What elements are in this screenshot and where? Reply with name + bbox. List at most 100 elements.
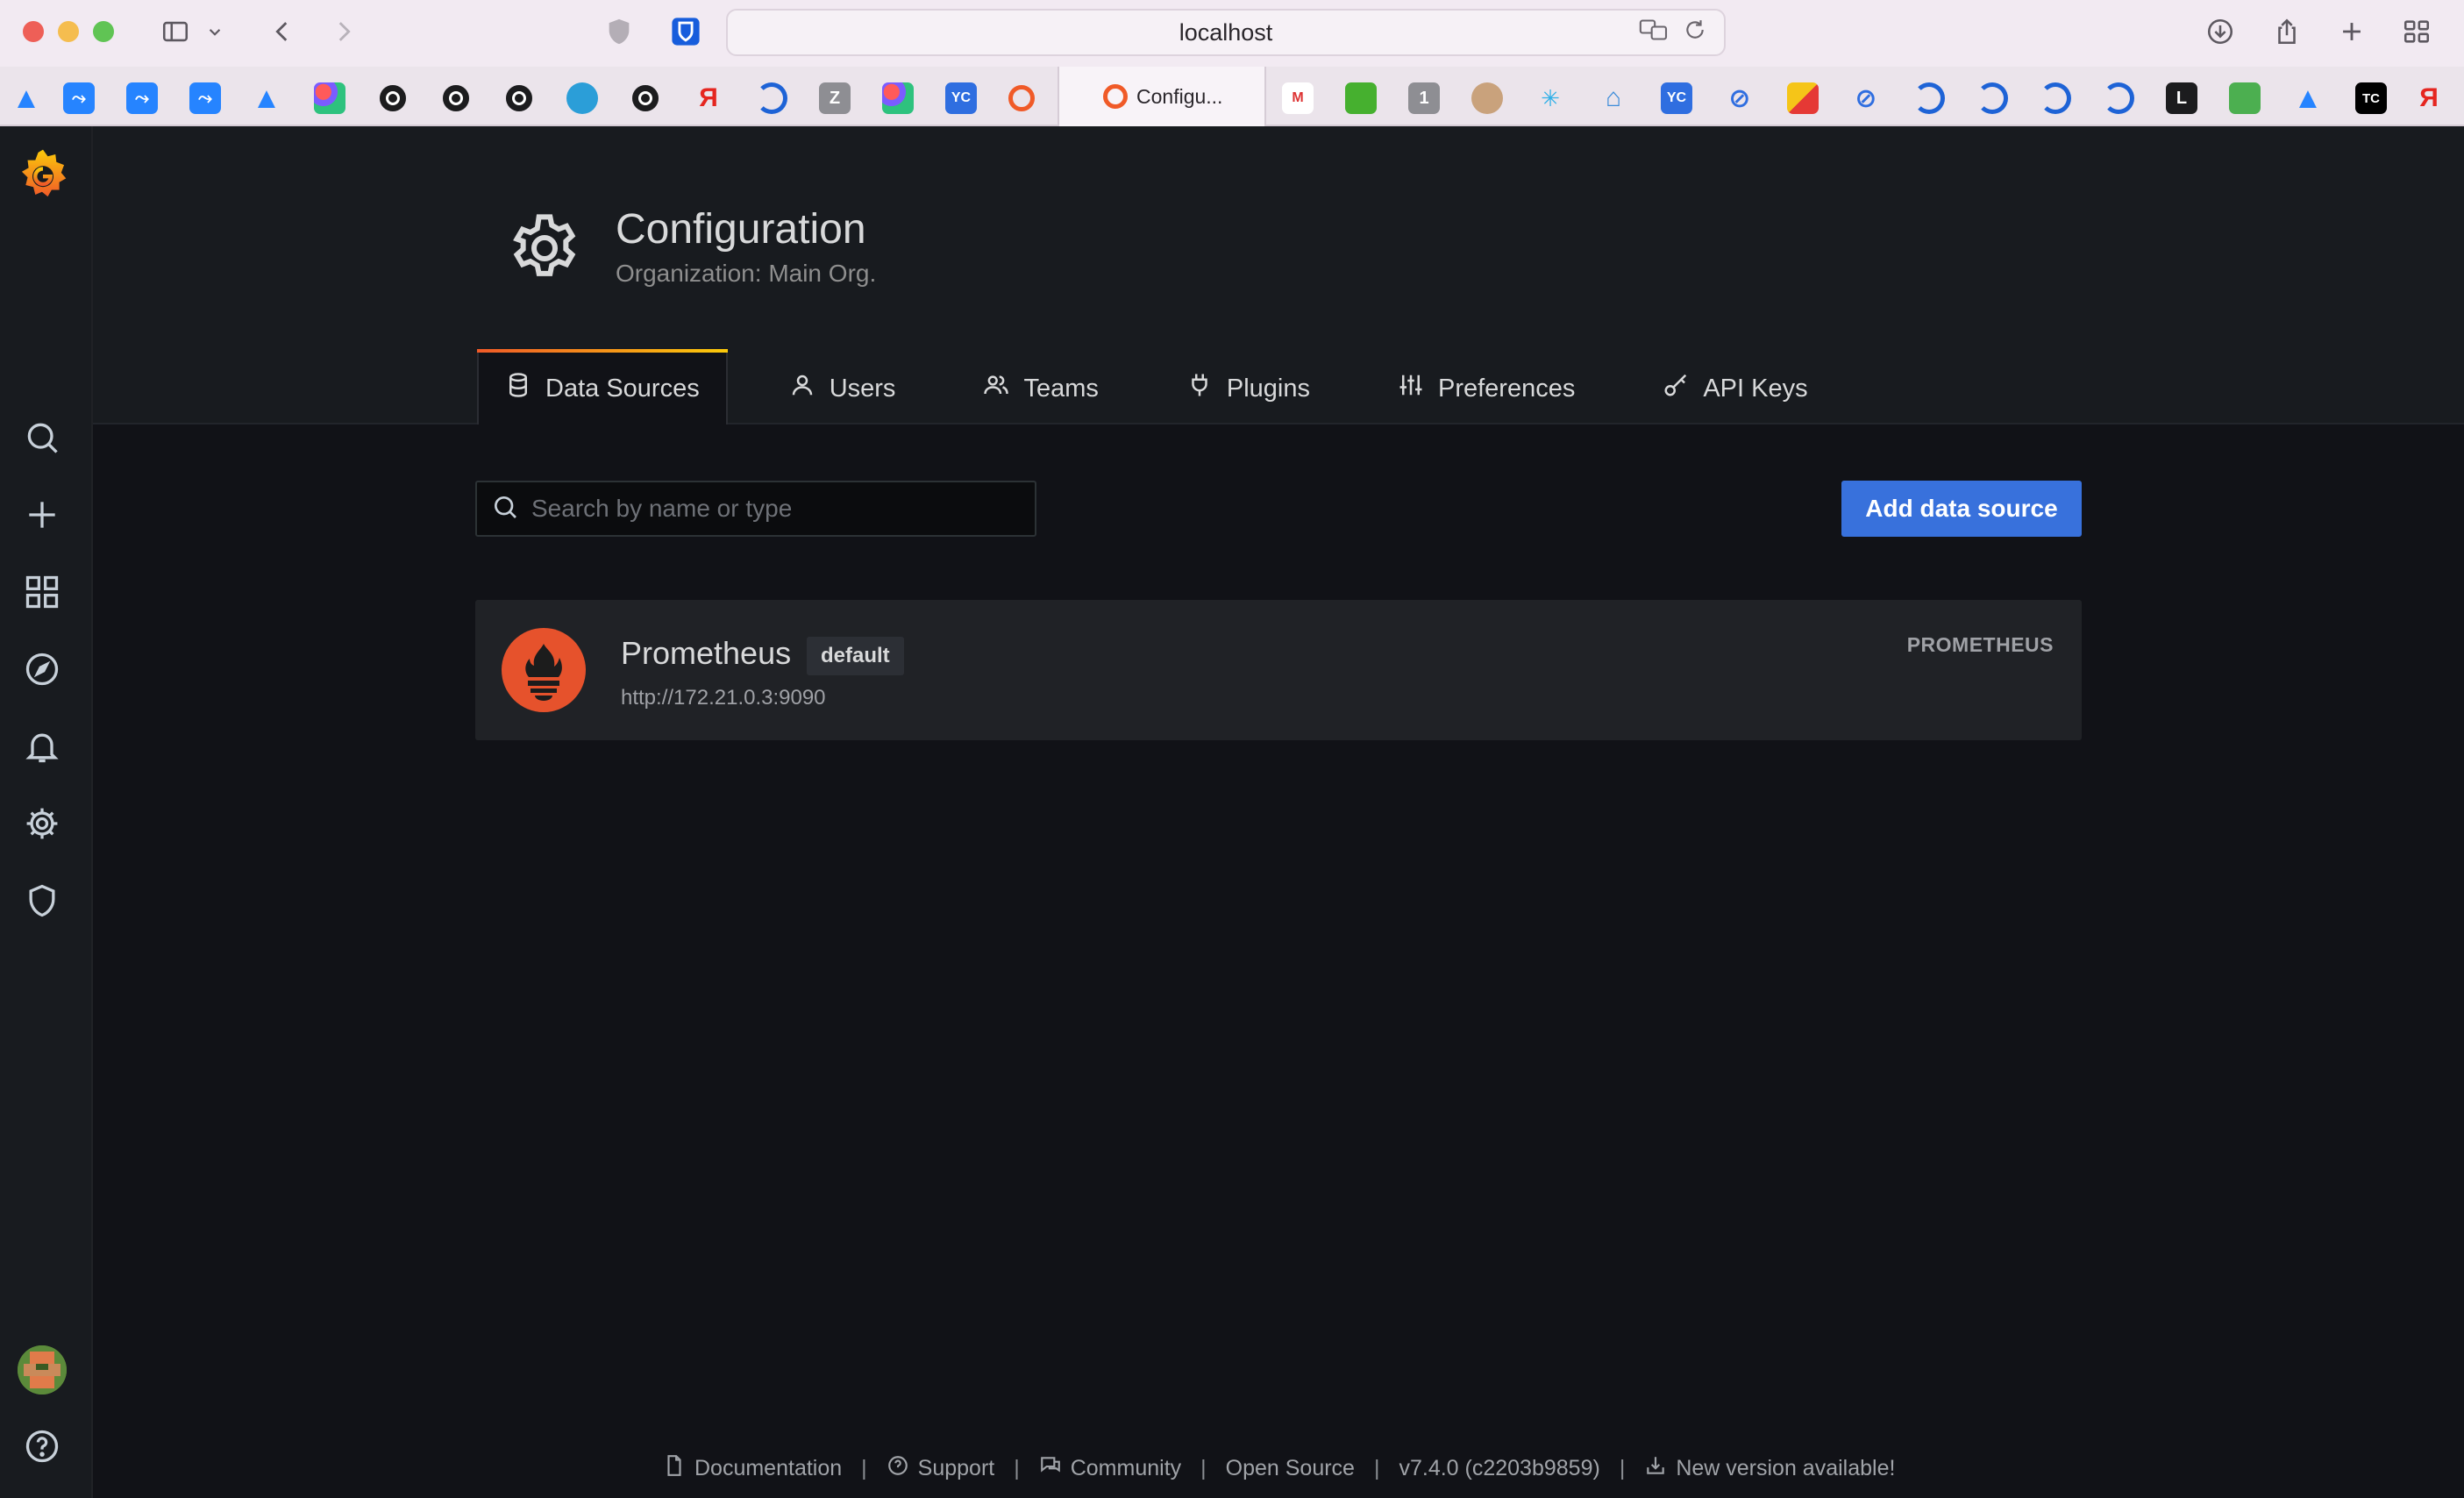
mail-icon[interactable] <box>1787 82 1819 114</box>
dashboards-icon[interactable] <box>20 570 64 614</box>
tab-preferences[interactable]: Preferences <box>1371 353 1601 424</box>
downloads-icon[interactable] <box>2203 14 2238 49</box>
forward-icon[interactable] <box>326 14 361 49</box>
footer-label: Open Source <box>1225 1455 1355 1480</box>
refresh-ring-icon[interactable] <box>756 82 787 114</box>
jira-icon[interactable]: ⤳ <box>63 82 95 114</box>
tab-label: API Keys <box>1703 374 1808 403</box>
grafana-logo-icon[interactable] <box>12 144 74 205</box>
gmail-100-icon[interactable]: M <box>1282 82 1314 114</box>
zoom-window-button[interactable] <box>93 21 114 42</box>
footer-version: v7.4.0 (c2203b9859) <box>1399 1456 1599 1481</box>
footer-separator: | <box>1373 1455 1380 1480</box>
footer-label: Community <box>1070 1455 1182 1480</box>
datasource-name: Prometheus <box>621 635 792 671</box>
saturn-icon[interactable]: ⊘ <box>1850 82 1882 114</box>
tab-overview-icon[interactable] <box>2399 14 2434 49</box>
tc-icon[interactable]: TC <box>2355 82 2387 114</box>
tab-users[interactable]: Users <box>763 353 922 424</box>
atlassian-icon[interactable]: ▲ <box>2292 82 2324 115</box>
refresh-ring-icon[interactable] <box>2103 82 2134 114</box>
footer-support-link[interactable]: Support <box>887 1454 994 1483</box>
new-tab-icon[interactable] <box>2334 14 2369 49</box>
chevron-down-icon[interactable] <box>203 14 226 49</box>
edge-icon[interactable] <box>566 82 598 114</box>
home-icon[interactable]: ⌂ <box>1598 82 1629 114</box>
datasource-type: PROMETHEUS <box>1906 633 2054 656</box>
bitwarden-icon[interactable] <box>668 14 703 49</box>
colorful-dots-icon[interactable] <box>882 82 914 114</box>
saturn-icon[interactable]: ⊘ <box>1724 82 1755 114</box>
comments-icon <box>1039 1454 1062 1483</box>
one-icon[interactable]: 1 <box>1408 82 1440 114</box>
github-icon[interactable] <box>440 82 472 114</box>
privacy-shield-icon[interactable] <box>602 14 637 49</box>
l-icon[interactable]: L <box>2166 82 2197 114</box>
tab-teams[interactable]: Teams <box>957 353 1124 424</box>
alerting-bell-icon[interactable] <box>20 724 64 768</box>
datasource-card-prometheus[interactable]: Prometheus default http://172.21.0.3:909… <box>475 600 2082 740</box>
colorful-dots-icon[interactable] <box>314 82 345 114</box>
footer-separator: | <box>1200 1455 1207 1480</box>
sparkle-icon[interactable]: ✳ <box>1535 82 1566 114</box>
grafana-icon[interactable] <box>1008 85 1035 111</box>
footer-community-link[interactable]: Community <box>1039 1454 1181 1483</box>
back-icon[interactable] <box>265 14 300 49</box>
close-window-button[interactable] <box>23 21 44 42</box>
question-circle-icon <box>887 1454 909 1483</box>
tab-api-keys[interactable]: API Keys <box>1636 353 1834 424</box>
atlassian-icon[interactable]: ▲ <box>11 82 42 115</box>
active-browser-tab[interactable]: Configu... <box>1058 67 1266 126</box>
plug-icon <box>1186 372 1213 405</box>
footer-separator: | <box>861 1455 867 1480</box>
search-icon[interactable] <box>20 416 64 460</box>
yc-icon[interactable]: YC <box>945 82 977 114</box>
page-subtitle: Organization: Main Org. <box>616 260 877 287</box>
help-icon[interactable] <box>20 1424 64 1468</box>
yc-icon[interactable]: YC <box>1661 82 1692 114</box>
jira-icon[interactable]: ⤳ <box>126 82 158 114</box>
search-box <box>475 481 1036 537</box>
footer-separator: | <box>1014 1455 1020 1480</box>
user-avatar[interactable] <box>18 1345 67 1395</box>
translate-icon[interactable] <box>1638 18 1670 47</box>
avatar-icon[interactable] <box>1471 82 1503 114</box>
github-icon[interactable] <box>630 82 661 114</box>
footer-new-version-link[interactable]: New version available! <box>1644 1454 1895 1483</box>
atlassian-icon[interactable]: ▲ <box>251 82 282 115</box>
footer-open-source-link[interactable]: Open Source <box>1226 1456 1355 1481</box>
tab-data-sources[interactable]: Data Sources <box>477 349 728 424</box>
explore-compass-icon[interactable] <box>20 647 64 691</box>
search-input[interactable] <box>531 495 1022 523</box>
refresh-ring-icon[interactable] <box>1913 82 1945 114</box>
sidebar-toggle-icon[interactable] <box>158 14 193 49</box>
yandex-icon[interactable]: Я <box>2413 82 2445 114</box>
url-bar[interactable]: localhost <box>726 9 1726 56</box>
footer-documentation-link[interactable]: Documentation <box>663 1454 842 1483</box>
key-icon <box>1663 372 1689 405</box>
database-icon <box>505 372 531 405</box>
refresh-ring-icon[interactable] <box>2040 82 2071 114</box>
datasource-url: http://172.21.0.3:9090 <box>621 686 826 710</box>
configuration-gear-icon[interactable] <box>20 802 64 845</box>
green-square-icon[interactable] <box>1345 82 1377 114</box>
sliders-icon <box>1398 372 1424 405</box>
yandex-icon[interactable]: Я <box>693 82 724 114</box>
tab-label: Plugins <box>1226 374 1310 403</box>
share-icon[interactable] <box>2269 14 2304 49</box>
add-data-source-button[interactable]: Add data source <box>1841 481 2082 537</box>
prometheus-logo-icon <box>502 628 586 712</box>
version-text: v7.4.0 (c2203b9859) <box>1399 1455 1600 1480</box>
create-plus-icon[interactable] <box>20 493 64 537</box>
leaf-icon[interactable] <box>2229 82 2261 114</box>
minimize-window-button[interactable] <box>58 21 79 42</box>
reload-icon[interactable] <box>1684 18 1706 46</box>
server-admin-shield-icon[interactable] <box>20 879 64 923</box>
jira-icon[interactable]: ⤳ <box>189 82 221 114</box>
tab-plugins[interactable]: Plugins <box>1160 353 1336 424</box>
tab-label: Preferences <box>1437 374 1576 403</box>
github-icon[interactable] <box>377 82 409 114</box>
z-icon[interactable]: Z <box>819 82 851 114</box>
refresh-ring-icon[interactable] <box>1976 82 2008 114</box>
github-icon[interactable] <box>503 82 535 114</box>
